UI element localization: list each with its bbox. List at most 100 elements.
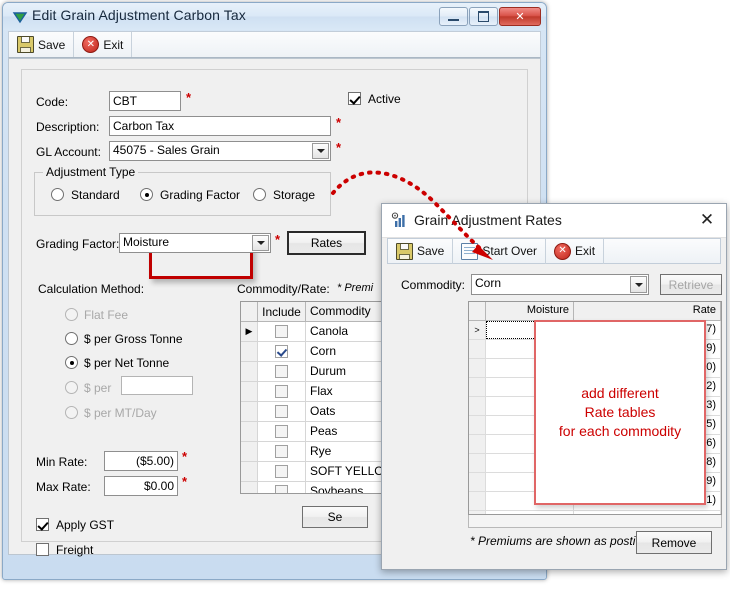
radio-flat-fee[interactable] xyxy=(65,308,78,321)
radio-flat-fee-label: Flat Fee xyxy=(84,308,129,322)
maximize-button[interactable] xyxy=(469,7,498,26)
row-marker: > xyxy=(474,325,480,335)
radio-per-net-tonne-label: $ per Net Tonne xyxy=(84,356,170,370)
rates-col-rate: Rate xyxy=(574,302,721,320)
include-checkbox[interactable] xyxy=(275,325,288,338)
start-over-icon xyxy=(461,242,479,260)
rates-col-moisture: Moisture xyxy=(486,302,574,320)
commodity-note: * Premi xyxy=(337,282,374,294)
radio-standard-label: Standard xyxy=(71,188,120,202)
save-icon xyxy=(17,36,34,53)
adjustment-type-group: Adjustment Type Standard Grading Factor … xyxy=(34,165,331,216)
rates-footnote: * Premiums are shown as postive. xyxy=(470,534,652,548)
rates-col-selector xyxy=(469,302,486,320)
exit-icon: ✕ xyxy=(82,36,100,53)
select-all-button[interactable]: Se xyxy=(302,506,368,528)
calculation-method-label: Calculation Method: xyxy=(38,282,145,296)
min-rate-input[interactable] xyxy=(104,451,178,471)
max-rate-label: Max Rate: xyxy=(36,480,91,494)
freight-label: Freight xyxy=(56,543,94,557)
radio-per-amount[interactable] xyxy=(65,381,78,394)
window2-close-button[interactable]: ✕ xyxy=(694,209,720,231)
window1-title: Edit Grain Adjustment Carbon Tax xyxy=(32,7,246,23)
rates-exit-button[interactable]: ✕ Exit xyxy=(546,238,605,264)
start-over-label: Start Over xyxy=(482,244,538,258)
per-amount-input[interactable] xyxy=(121,376,193,395)
active-label: Active xyxy=(368,92,401,106)
chart-gear-icon xyxy=(391,212,408,232)
window2-toolbar: Save Start Over ✕ Exit xyxy=(387,238,721,264)
callout-note: add different Rate tables for each commodi… xyxy=(534,320,706,505)
commodity-col-include: Include xyxy=(258,302,306,321)
minimize-button[interactable] xyxy=(439,7,468,26)
code-input[interactable] xyxy=(109,91,181,111)
row-marker: ▶ xyxy=(245,326,253,336)
rates-exit-label: Exit xyxy=(575,244,596,258)
rates-save-button[interactable]: Save xyxy=(388,238,454,264)
gl-account-label: GL Account: xyxy=(36,145,101,159)
include-checkbox[interactable] xyxy=(275,425,288,438)
rates-save-label: Save xyxy=(417,244,445,258)
include-checkbox[interactable] xyxy=(275,465,288,478)
apply-gst-label: Apply GST xyxy=(56,518,115,532)
grading-factor-select[interactable]: Moisture xyxy=(119,233,271,253)
exit-button[interactable]: ✕ Exit xyxy=(74,32,133,57)
max-rate-required-marker: * xyxy=(182,474,188,489)
freight-checkbox[interactable] xyxy=(36,543,49,556)
apply-gst-checkbox[interactable] xyxy=(36,518,49,531)
include-checkbox[interactable] xyxy=(275,405,288,418)
max-rate-input[interactable] xyxy=(104,476,178,496)
rates-commodity-select[interactable]: Corn xyxy=(471,274,649,295)
close-button[interactable]: ✕ xyxy=(499,7,541,26)
description-label: Description: xyxy=(36,120,100,134)
include-checkbox[interactable] xyxy=(275,385,288,398)
window1-toolbar: Save ✕ Exit xyxy=(8,31,541,58)
chevron-down-icon[interactable] xyxy=(252,235,269,251)
grading-factor-required-marker: * xyxy=(275,232,281,247)
include-checkbox[interactable] xyxy=(275,485,288,493)
remove-button[interactable]: Remove xyxy=(636,531,712,554)
min-rate-required-marker: * xyxy=(182,449,188,464)
chevron-down-icon[interactable] xyxy=(630,276,647,293)
commodity-col-selector xyxy=(241,302,258,321)
include-checkbox[interactable] xyxy=(275,345,288,358)
code-label: Code: xyxy=(36,95,69,109)
description-input[interactable] xyxy=(109,116,331,136)
gl-account-select[interactable]: 45075 - Sales Grain xyxy=(109,141,331,161)
rates-grid-scrollbar[interactable] xyxy=(468,515,722,528)
include-checkbox[interactable] xyxy=(275,365,288,378)
description-required-marker: * xyxy=(336,115,342,130)
code-required-marker: * xyxy=(186,90,192,105)
exit-label: Exit xyxy=(103,37,124,52)
save-button[interactable]: Save xyxy=(9,32,75,57)
radio-grading-factor-label: Grading Factor xyxy=(160,188,241,202)
radio-storage[interactable] xyxy=(253,188,266,201)
radio-per-mt-day-label: $ per MT/Day xyxy=(84,406,157,420)
rates-button[interactable]: Rates xyxy=(287,231,366,255)
grading-factor-value: Moisture xyxy=(123,235,170,249)
radio-grading-factor[interactable] xyxy=(140,188,153,201)
rates-grid-header: Moisture Rate xyxy=(469,302,721,321)
window1-controls: ✕ xyxy=(439,7,541,26)
start-over-button[interactable]: Start Over xyxy=(453,238,547,264)
retrieve-button[interactable]: Retrieve xyxy=(660,274,722,295)
radio-per-mt-day[interactable] xyxy=(65,406,78,419)
gl-account-value: 45075 - Sales Grain xyxy=(113,143,220,157)
callout-note-text: add different Rate tables for each commodi… xyxy=(558,385,682,439)
adjustment-type-legend: Adjustment Type xyxy=(43,165,139,179)
radio-per-gross-tonne[interactable] xyxy=(65,332,78,345)
active-checkbox[interactable] xyxy=(348,92,361,105)
include-checkbox[interactable] xyxy=(275,445,288,458)
radio-standard[interactable] xyxy=(51,188,64,201)
radio-per-gross-tonne-label: $ per Gross Tonne xyxy=(84,332,183,346)
commodity-rate-label: Commodity/Rate: xyxy=(237,282,330,296)
radio-per-net-tonne[interactable] xyxy=(65,356,78,369)
gl-account-required-marker: * xyxy=(336,140,342,155)
chevron-down-icon[interactable] xyxy=(312,143,329,159)
radio-storage-label: Storage xyxy=(273,188,316,202)
save-label: Save xyxy=(38,37,66,52)
window2-titlebar[interactable]: Grain Adjustment Rates ✕ xyxy=(382,204,726,238)
window2-title: Grain Adjustment Rates xyxy=(414,212,562,228)
grading-factor-label: Grading Factor: xyxy=(36,237,120,251)
window1-titlebar[interactable]: Edit Grain Adjustment Carbon Tax ✕ xyxy=(3,3,546,30)
